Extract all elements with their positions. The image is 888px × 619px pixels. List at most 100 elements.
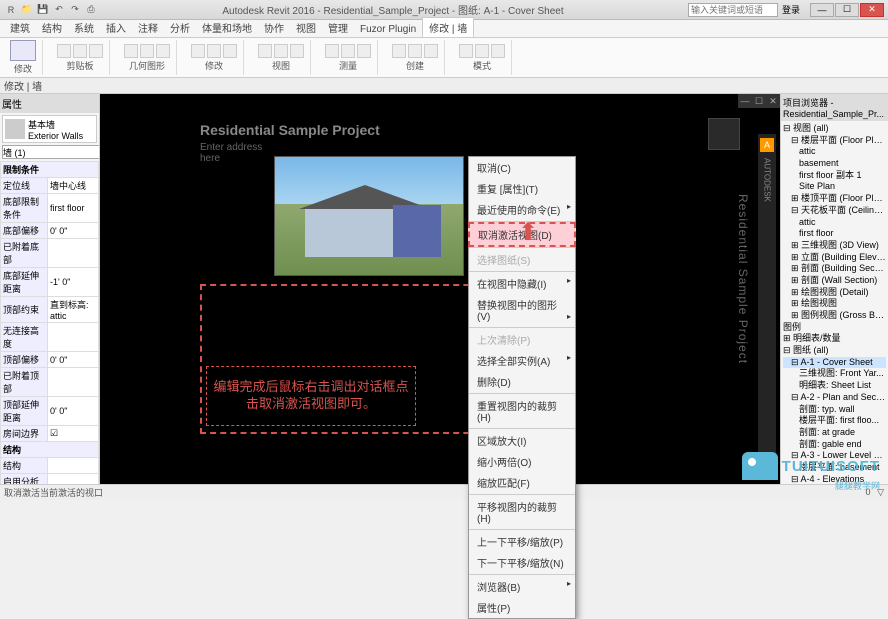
tool-icon[interactable] bbox=[57, 44, 71, 58]
tool-icon[interactable] bbox=[258, 44, 272, 58]
instance-selector[interactable] bbox=[2, 145, 100, 159]
save-icon[interactable]: 💾 bbox=[36, 3, 50, 17]
tree-node[interactable]: ⊞ 剖面 (Building Section) bbox=[783, 263, 886, 275]
tool-icon[interactable] bbox=[140, 44, 154, 58]
tree-node[interactable]: ⊞ 剖面 (Wall Section) bbox=[783, 275, 886, 287]
property-value[interactable] bbox=[48, 239, 99, 268]
property-value[interactable]: 0' 0" bbox=[48, 397, 99, 426]
tool-icon[interactable] bbox=[475, 44, 489, 58]
ribbon-tab[interactable]: 系统 bbox=[68, 18, 100, 37]
tree-node[interactable]: ⊞ 图例视图 (Gross Building) bbox=[783, 310, 886, 322]
tool-icon[interactable] bbox=[341, 44, 355, 58]
modify-tool-icon[interactable] bbox=[10, 40, 36, 61]
context-menu-item[interactable]: 缩小两倍(O) bbox=[469, 451, 575, 472]
app-icon[interactable]: R bbox=[4, 3, 18, 17]
context-menu-item[interactable]: 属性(P) bbox=[469, 597, 575, 618]
ribbon-tab[interactable]: 协作 bbox=[258, 18, 290, 37]
tree-node[interactable]: Site Plan bbox=[783, 181, 886, 193]
close-button[interactable]: ✕ bbox=[860, 3, 884, 17]
tool-icon[interactable] bbox=[274, 44, 288, 58]
tree-node[interactable]: ⊞ 绘图视图 (Detail) bbox=[783, 287, 886, 299]
tree-node[interactable]: 三维视图: Front Yar... bbox=[783, 368, 886, 380]
tool-icon[interactable] bbox=[491, 44, 505, 58]
tool-icon[interactable] bbox=[73, 44, 87, 58]
ribbon-tab[interactable]: 视图 bbox=[290, 18, 322, 37]
context-menu-item[interactable]: 下一下平移/缩放(N) bbox=[469, 552, 575, 573]
context-menu-item[interactable]: 重复 [属性](T) bbox=[469, 178, 575, 199]
type-preview[interactable]: 基本墙 Exterior Walls bbox=[2, 115, 97, 143]
ribbon-tab[interactable]: 结构 bbox=[36, 18, 68, 37]
ribbon-tab[interactable]: 建筑 bbox=[4, 18, 36, 37]
tree-node[interactable]: first floor bbox=[783, 228, 886, 240]
print-icon[interactable]: ⎙ bbox=[84, 3, 98, 17]
tool-icon[interactable] bbox=[124, 44, 138, 58]
property-value[interactable] bbox=[48, 368, 99, 397]
context-menu-item[interactable]: 取消(C) bbox=[469, 157, 575, 178]
tree-node[interactable]: basement bbox=[783, 158, 886, 170]
tool-icon[interactable] bbox=[207, 44, 221, 58]
drawing-canvas[interactable]: — ☐ ✕ Residential Sample Project Enter a… bbox=[100, 94, 780, 484]
ribbon-tab[interactable]: 管理 bbox=[322, 18, 354, 37]
undo-icon[interactable]: ↶ bbox=[52, 3, 66, 17]
context-menu-item[interactable]: 重置视图内的裁剪(H) bbox=[469, 395, 575, 427]
tree-node[interactable]: 剖面: gable end bbox=[783, 439, 886, 451]
tree-node[interactable]: ⊟ 图纸 (all) bbox=[783, 345, 886, 357]
tool-icon[interactable] bbox=[156, 44, 170, 58]
tool-icon[interactable] bbox=[325, 44, 339, 58]
context-menu-item[interactable]: 缩放匹配(F) bbox=[469, 472, 575, 493]
tree-node[interactable]: ⊟ 视图 (all) bbox=[783, 123, 886, 135]
tree-node[interactable]: 剖面: typ. wall bbox=[783, 404, 886, 416]
context-menu-item[interactable]: 上一下平移/缩放(P) bbox=[469, 531, 575, 552]
tool-icon[interactable] bbox=[89, 44, 103, 58]
context-menu-item[interactable]: 选择全部实例(A) bbox=[469, 350, 575, 371]
maximize-button[interactable]: ☐ bbox=[835, 3, 859, 17]
property-value[interactable]: first floor bbox=[48, 194, 99, 223]
tree-node[interactable]: attic bbox=[783, 146, 886, 158]
tree-node[interactable]: ⊟ 楼层平面 (Floor Plan) bbox=[783, 135, 886, 147]
ribbon-tab[interactable]: 修改 | 墙 bbox=[422, 17, 474, 37]
rendered-viewport[interactable] bbox=[274, 156, 464, 276]
tool-icon[interactable] bbox=[424, 44, 438, 58]
view-close-icon[interactable]: ✕ bbox=[766, 94, 780, 108]
property-value[interactable] bbox=[48, 474, 99, 485]
tree-node[interactable]: first floor 副本 1 bbox=[783, 170, 886, 182]
tree-node[interactable]: 明细表: Sheet List bbox=[783, 380, 886, 392]
tool-icon[interactable] bbox=[223, 44, 237, 58]
view-cube[interactable] bbox=[708, 118, 740, 150]
context-menu-item[interactable]: 在视图中隐藏(I) bbox=[469, 273, 575, 294]
tree-node[interactable]: ⊟ A-2 - Plan and Sections bbox=[783, 392, 886, 404]
help-search-input[interactable] bbox=[688, 3, 778, 17]
ribbon-tab[interactable]: 体量和场地 bbox=[196, 18, 258, 37]
tool-icon[interactable] bbox=[290, 44, 304, 58]
context-menu-item[interactable]: 最近使用的命令(E) bbox=[469, 199, 575, 220]
property-value[interactable]: -1' 0" bbox=[48, 268, 99, 297]
context-menu-item[interactable]: 区域放大(I) bbox=[469, 430, 575, 451]
redo-icon[interactable]: ↷ bbox=[68, 3, 82, 17]
context-menu-item[interactable]: 平移视图内的裁剪(H) bbox=[469, 496, 575, 528]
property-value[interactable]: 墙中心线 bbox=[48, 178, 99, 194]
tool-icon[interactable] bbox=[191, 44, 205, 58]
ribbon-tab[interactable]: 注释 bbox=[132, 18, 164, 37]
login-link[interactable]: 登录 bbox=[782, 3, 800, 16]
property-value[interactable]: ☑ bbox=[48, 426, 99, 442]
context-menu-item[interactable]: 替换视图中的图形(V) bbox=[469, 294, 575, 326]
tree-node[interactable]: ⊞ 绘图视图 bbox=[783, 298, 886, 310]
view-maximize-icon[interactable]: ☐ bbox=[752, 94, 766, 108]
tree-node[interactable]: ⊞ 楼顶平面 (Floor Plan 2) bbox=[783, 193, 886, 205]
tool-icon[interactable] bbox=[459, 44, 473, 58]
property-value[interactable] bbox=[48, 458, 99, 474]
tool-icon[interactable] bbox=[392, 44, 406, 58]
tree-node[interactable]: ⊞ 明细表/数量 bbox=[783, 333, 886, 345]
context-menu-item[interactable]: 浏览器(B) bbox=[469, 576, 575, 597]
tool-icon[interactable] bbox=[408, 44, 422, 58]
tree-node[interactable]: ⊟ 天花板平面 (Ceiling Plan) bbox=[783, 205, 886, 217]
property-value[interactable]: 0' 0" bbox=[48, 352, 99, 368]
property-value[interactable]: 直到标高: attic bbox=[48, 297, 99, 323]
tool-icon[interactable] bbox=[357, 44, 371, 58]
ribbon-tab[interactable]: 插入 bbox=[100, 18, 132, 37]
tree-node[interactable]: attic bbox=[783, 217, 886, 229]
open-icon[interactable]: 📁 bbox=[20, 3, 34, 17]
tree-node[interactable]: 楼层平面: first floo... bbox=[783, 415, 886, 427]
tree-node[interactable]: 剖面: at grade bbox=[783, 427, 886, 439]
property-value[interactable]: 0' 0" bbox=[48, 223, 99, 239]
